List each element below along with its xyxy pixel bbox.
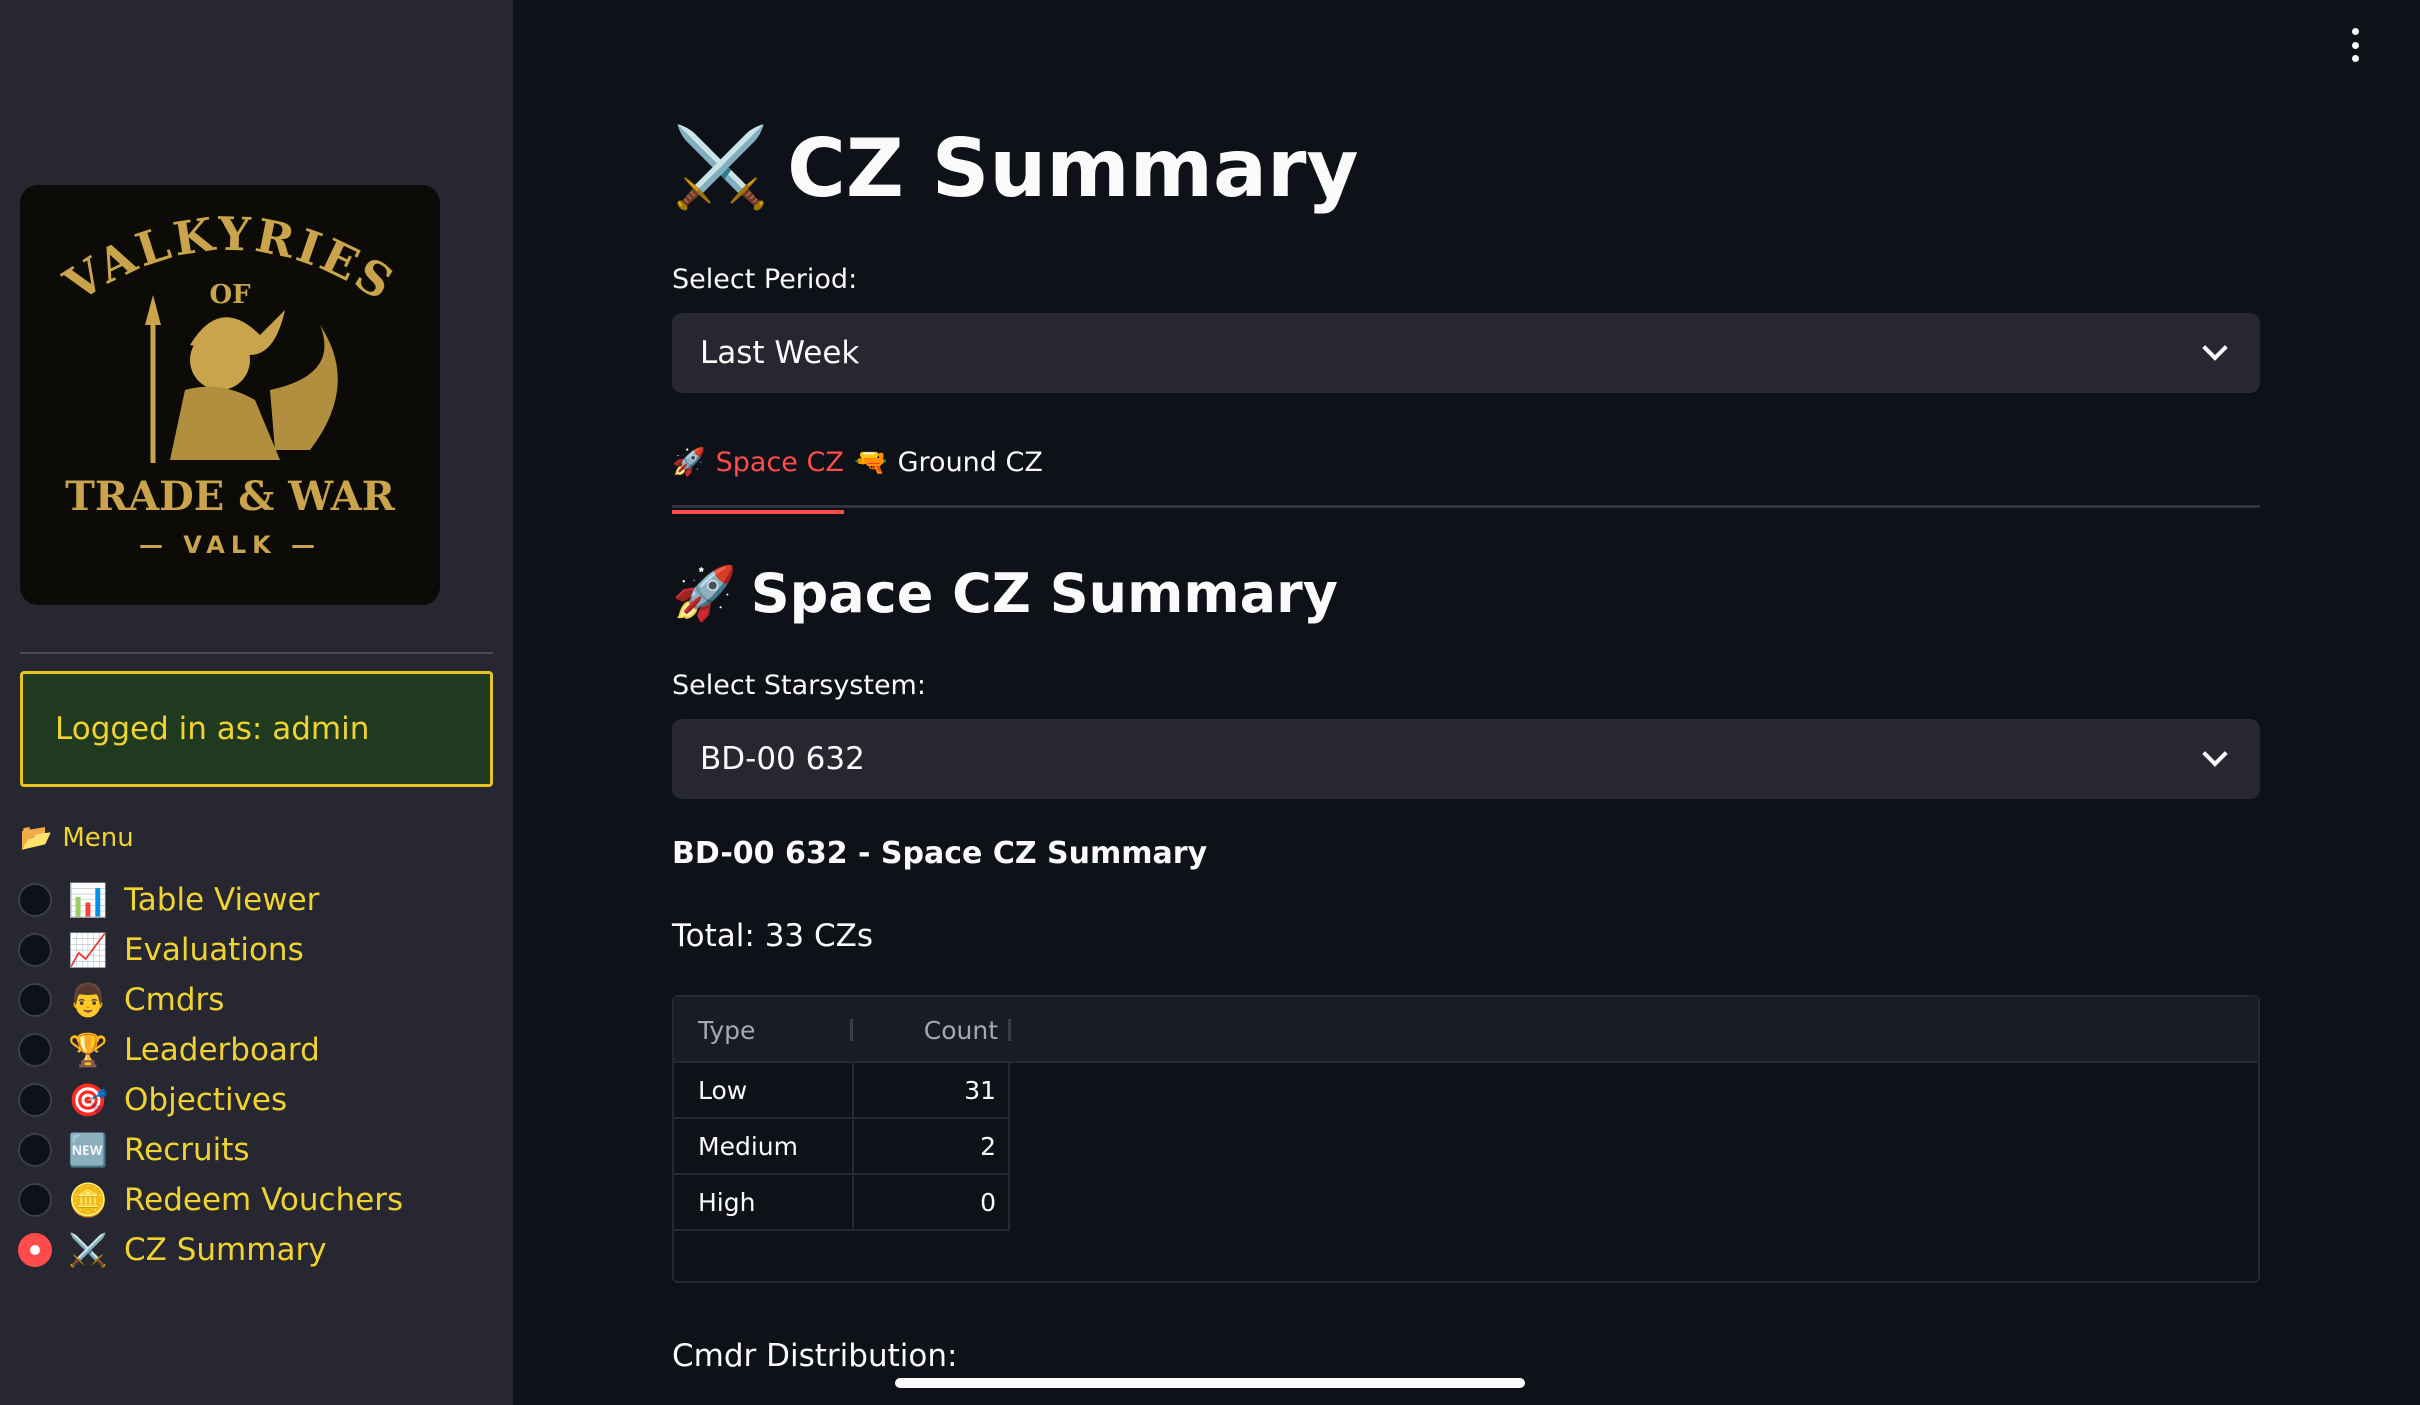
menu-item-label: Cmdrs [124,982,225,1018]
svg-text:OF: OF [209,280,251,310]
person-icon: 👨 [68,981,108,1019]
menu-item-label: Leaderboard [124,1032,320,1068]
water-pistol-icon: 🔫 [854,447,888,478]
column-resize-handle[interactable] [1008,1019,1011,1041]
rocket-icon: 🚀 [672,447,706,478]
login-status-text: Logged in as: admin [55,711,370,747]
tab-label: Space CZ [715,446,844,478]
radio-button[interactable] [18,1183,52,1217]
svg-text:— VALK —: — VALK — [139,531,321,559]
tab-ground-cz[interactable]: 🔫 Ground CZ [854,446,1043,479]
menu-item-label: Table Viewer [124,882,320,918]
menu-radio-group: 📊 Table Viewer 📈 Evaluations 👨 Cmdrs 🏆 L… [18,875,403,1275]
menu-title-label: Menu [62,823,134,853]
sidebar-divider [20,652,493,654]
tab-bar: 🚀 Space CZ 🔫 Ground CZ [672,440,2260,514]
svg-text:TRADE & WAR: TRADE & WAR [65,473,396,520]
section-title-text: Space CZ Summary [750,562,1338,625]
table-cell-type: High [698,1187,756,1217]
table-row: High 0 [674,1175,1010,1231]
column-header-count[interactable]: Count [850,997,998,1063]
menu-item-label: CZ Summary [124,1232,327,1268]
table-header: Type Count [674,997,2258,1063]
period-select[interactable]: Last Week [672,313,2260,393]
menu-item-label: Recruits [124,1132,250,1168]
coin-icon: 🪙 [68,1181,108,1219]
radio-button[interactable] [18,1033,52,1067]
chevron-down-icon [2202,335,2228,361]
tab-label: Ground CZ [897,446,1043,478]
table-cell-count: 0 [980,1187,996,1217]
starsystem-select-value: BD-00 632 [700,741,865,777]
menu-item-cz-summary[interactable]: ⚔️ CZ Summary [18,1225,403,1275]
period-select-value: Last Week [700,335,860,371]
menu-item-label: Objectives [124,1082,288,1118]
login-status-box: Logged in as: admin [20,671,493,787]
menu-title: 📂 Menu [20,823,134,853]
table-column-divider [1008,1063,1010,1231]
tab-space-cz[interactable]: 🚀 Space CZ [672,446,844,514]
table-cell-type: Low [698,1075,748,1105]
menu-item-leaderboard[interactable]: 🏆 Leaderboard [18,1025,403,1075]
folder-icon: 📂 [20,823,53,853]
menu-item-objectives[interactable]: 🎯 Objectives [18,1075,403,1125]
radio-button[interactable] [18,883,52,917]
menu-item-label: Redeem Vouchers [124,1182,404,1218]
period-label: Select Period: [672,264,858,295]
sidebar: VALKYRIES OF TRADE & WAR — VALK — Logged… [0,0,513,1405]
menu-item-table-viewer[interactable]: 📊 Table Viewer [18,875,403,925]
starsystem-label: Select Starsystem: [672,670,926,701]
column-header-type[interactable]: Type [698,997,755,1063]
menu-item-recruits[interactable]: 🆕 Recruits [18,1125,403,1175]
cmdr-distribution-label: Cmdr Distribution: [672,1338,958,1374]
horizontal-scrollbar[interactable] [895,1378,1525,1388]
crossed-swords-icon: ⚔️ [68,1231,108,1269]
crossed-swords-icon: ⚔️ [672,123,770,213]
trend-chart-icon: 📈 [68,931,108,969]
menu-item-redeem-vouchers[interactable]: 🪙 Redeem Vouchers [18,1175,403,1225]
cz-type-table[interactable]: Type Count Low 31 Medium 2 High 0 [672,995,2260,1283]
page-title: ⚔️ CZ Summary [672,122,1359,215]
page-title-text: CZ Summary [787,122,1359,215]
radio-button[interactable] [18,983,52,1017]
total-count: Total: 33 CZs [672,918,874,954]
valkyries-logo: VALKYRIES OF TRADE & WAR — VALK — [20,185,440,605]
starsystem-select[interactable]: BD-00 632 [672,719,2260,799]
summary-subheading: BD-00 632 - Space CZ Summary [672,836,1208,871]
table-cell-type: Medium [698,1131,798,1161]
rocket-icon: 🚀 [672,564,737,624]
table-cell-count: 31 [964,1075,996,1105]
new-badge-icon: 🆕 [68,1131,108,1169]
menu-item-label: Evaluations [124,932,304,968]
radio-button-selected[interactable] [18,1233,52,1267]
radio-button[interactable] [18,933,52,967]
target-icon: 🎯 [68,1081,108,1119]
main-menu-kebab-icon[interactable] [2345,28,2365,62]
table-column-divider [852,1063,854,1231]
table-row: Medium 2 [674,1119,1010,1175]
table-cell-count: 2 [980,1131,996,1161]
trophy-icon: 🏆 [68,1031,108,1069]
bar-chart-icon: 📊 [68,881,108,919]
chevron-down-icon [2202,741,2228,767]
table-row: Low 31 [674,1063,1010,1119]
radio-button[interactable] [18,1133,52,1167]
menu-item-cmdrs[interactable]: 👨 Cmdrs [18,975,403,1025]
radio-button[interactable] [18,1083,52,1117]
section-title: 🚀 Space CZ Summary [672,562,1338,625]
menu-item-evaluations[interactable]: 📈 Evaluations [18,925,403,975]
